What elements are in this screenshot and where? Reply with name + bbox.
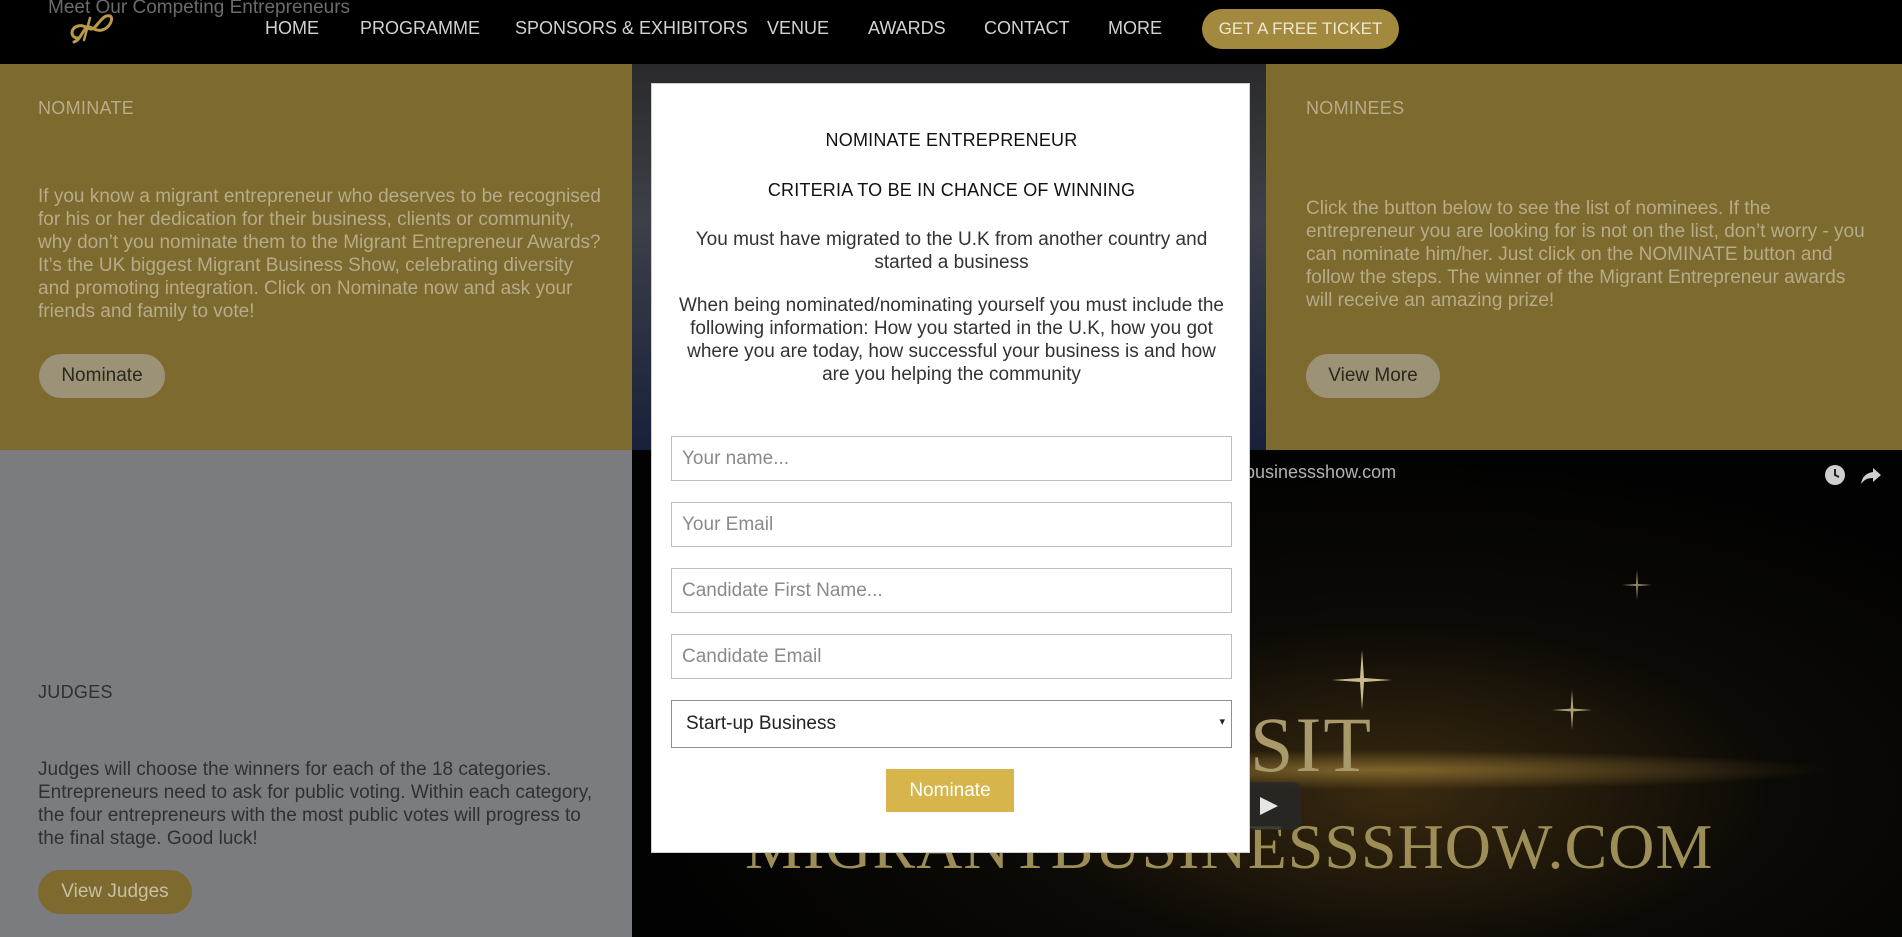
script-logo-icon[interactable] xyxy=(64,8,116,48)
candidate-email-input[interactable] xyxy=(671,634,1232,679)
nav-contact[interactable]: CONTACT xyxy=(984,18,1070,39)
criteria-paragraph-1: You must have migrated to the U.K from a… xyxy=(695,229,1208,273)
category-select[interactable]: Start-up Business ▾ xyxy=(671,700,1232,748)
nominate-submit-button[interactable]: Nominate xyxy=(886,769,1014,812)
nav-awards[interactable]: AWARDS xyxy=(868,18,946,39)
nav-venue[interactable]: VENUE xyxy=(767,18,829,39)
get-free-ticket-button[interactable]: GET A FREE TICKET xyxy=(1202,9,1399,49)
nav-more[interactable]: MORE xyxy=(1108,18,1162,39)
nav-home[interactable]: HOME xyxy=(265,18,319,39)
your-name-input[interactable] xyxy=(671,436,1232,481)
criteria-paragraph-2: When being nominated/nominating yourself… xyxy=(679,295,1224,385)
your-email-input[interactable] xyxy=(671,502,1232,547)
candidate-first-name-input[interactable] xyxy=(671,568,1232,613)
modal-subtitle: CRITERIA TO BE IN CHANCE OF WINNING xyxy=(767,180,1136,200)
top-navbar: Meet Our Competing Entrepreneurs HOME PR… xyxy=(0,0,1902,64)
nav-programme[interactable]: PROGRAMME xyxy=(360,18,480,39)
chevron-down-icon: ▾ xyxy=(1219,716,1225,728)
nominate-entrepreneur-modal: NOMINATE ENTREPRENEUR CRITERIA TO BE IN … xyxy=(651,83,1250,853)
modal-title: NOMINATE ENTREPRENEUR xyxy=(825,130,1078,150)
category-select-value: Start-up Business xyxy=(686,713,836,734)
nav-sponsors-exhibitors[interactable]: SPONSORS & EXHIBITORS xyxy=(515,18,748,39)
